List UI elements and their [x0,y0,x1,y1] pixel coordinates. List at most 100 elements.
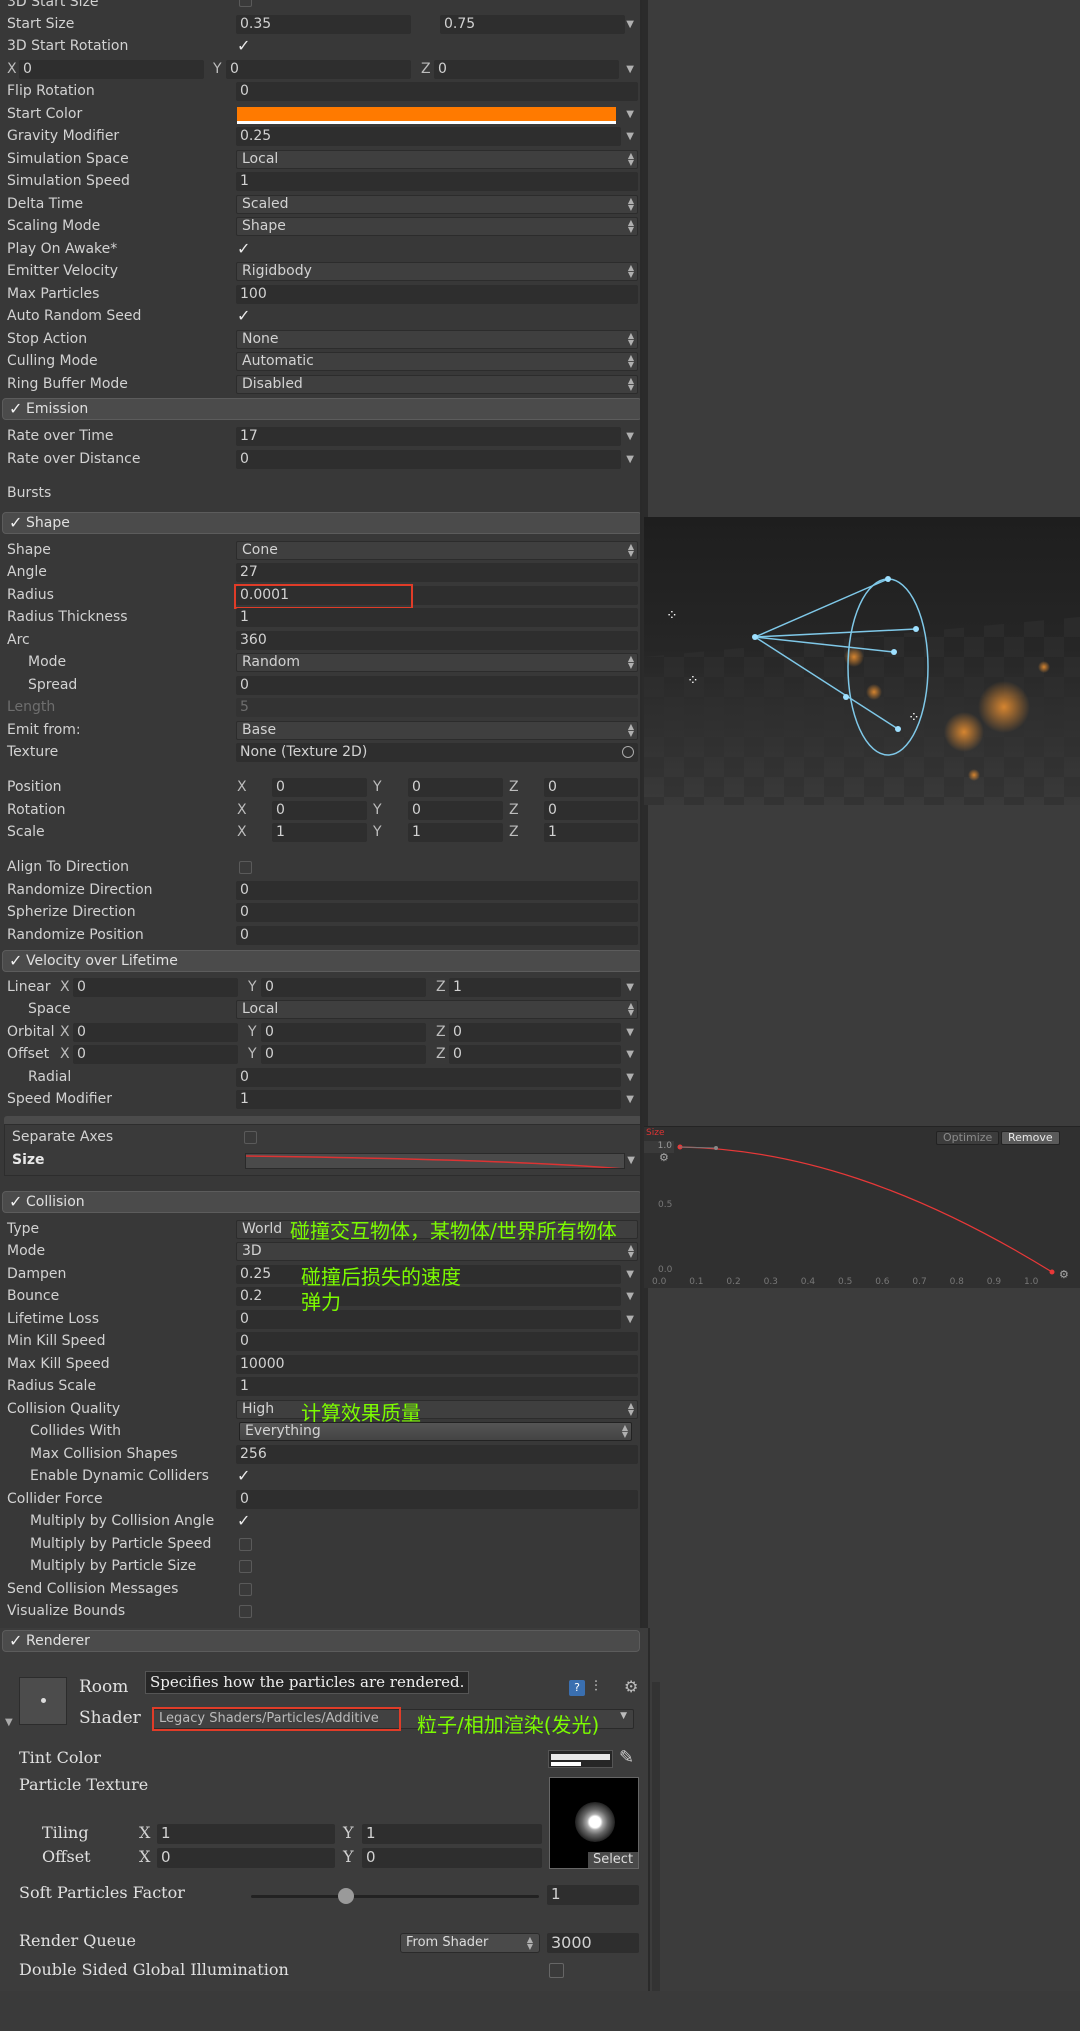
tiling-x-input[interactable]: 1 [157,1824,335,1844]
rate-over-distance-input[interactable]: 0 [236,450,621,469]
start-size-max-input[interactable]: 0.75 [440,15,625,34]
space-dropdown[interactable]: Local [236,1000,638,1019]
checkmark-icon[interactable]: ✓ [237,1466,250,1486]
curve-mode-arrow-icon[interactable]: ▼ [626,1309,634,1331]
tiling-y-input[interactable]: 1 [362,1824,542,1844]
curve-mode-arrow-icon[interactable]: ▼ [626,1022,634,1044]
arc-input[interactable]: 360 [236,631,638,650]
align-direction-checkbox[interactable] [239,861,252,874]
curve-mode-arrow-icon[interactable]: ▼ [626,1089,634,1111]
inspector-scrollbar[interactable] [642,0,648,1628]
radius-thickness-input[interactable]: 1 [236,608,638,627]
offset-z-input[interactable]: 0 [449,1045,621,1064]
scale-x-input[interactable]: 1 [272,823,367,842]
checkmark-icon[interactable]: ✓ [237,306,250,326]
spherize-direction-input[interactable]: 0 [236,903,638,922]
max-collision-shapes-input[interactable]: 256 [236,1445,638,1464]
spread-input[interactable]: 0 [236,676,638,695]
offset-y-input[interactable]: 0 [261,1045,426,1064]
rotation-x-input[interactable]: 0 [272,801,367,820]
linear-x-input[interactable]: 0 [73,978,238,997]
orbital-z-input[interactable]: 0 [449,1023,621,1042]
checkmark-icon[interactable]: ✓ [9,399,22,419]
max-particles-input[interactable]: 100 [236,285,638,304]
collision-mode-dropdown[interactable]: 3D [236,1242,638,1261]
position-x-input[interactable]: 0 [272,778,367,797]
scale-z-input[interactable]: 1 [544,823,638,842]
stop-action-dropdown[interactable]: None [236,330,638,349]
checkmark-icon[interactable]: ✓ [9,1192,22,1212]
curve-mode-arrow-icon[interactable]: ▼ [626,14,634,36]
collision-quality-dropdown[interactable]: High [236,1400,638,1419]
preset-icon[interactable]: ⫶ [594,1677,598,1695]
randomize-direction-input[interactable]: 0 [236,881,638,900]
speed-modifier-input[interactable]: 1 [236,1090,621,1109]
rotation-x-input[interactable]: 0 [19,60,204,79]
curve-mode-arrow-icon[interactable]: ▼ [627,1150,635,1172]
color-mode-arrow-icon[interactable]: ▼ [626,104,634,126]
simulation-speed-input[interactable]: 1 [236,172,638,191]
size-curve-field[interactable] [245,1153,625,1169]
rotation-y-input[interactable]: 0 [226,60,411,79]
render-queue-mode-dropdown[interactable]: From Shader ▲ ▼ [400,1933,540,1953]
separate-axes-checkbox[interactable] [244,1131,257,1144]
ring-buffer-dropdown[interactable]: Disabled [236,375,638,394]
soft-particles-slider-track[interactable] [251,1895,539,1898]
multiply-particle-speed-checkbox[interactable] [239,1538,252,1551]
renderer-module-header[interactable]: ✓ Renderer [2,1630,640,1652]
curve-mode-arrow-icon[interactable]: ▼ [626,1286,634,1308]
emit-from-dropdown[interactable]: Base [236,721,638,740]
linear-y-input[interactable]: 0 [261,978,426,997]
checkmark-icon[interactable]: ✓ [237,1511,250,1531]
foldout-arrow-icon[interactable]: ▼ [5,1717,13,1728]
min-kill-speed-input[interactable]: 0 [236,1332,638,1351]
max-kill-speed-input[interactable]: 10000 [236,1355,638,1374]
checkmark-icon[interactable]: ✓ [237,239,250,259]
rotation-y-input[interactable]: 0 [408,801,503,820]
send-collision-messages-checkbox[interactable] [239,1583,252,1596]
flip-rotation-input[interactable]: 0 [236,82,638,101]
shape-module-header[interactable]: ✓ Shape [2,512,640,534]
select-button[interactable]: Select [588,1852,638,1868]
material-scrollbar[interactable] [652,1682,660,1991]
shape-dropdown[interactable]: Cone [236,541,638,560]
orbital-y-input[interactable]: 0 [261,1023,426,1042]
collides-with-dropdown[interactable]: Everything [239,1422,632,1441]
render-queue-input[interactable]: 3000 [547,1933,639,1953]
arc-mode-dropdown[interactable]: Random [236,653,638,672]
checkmark-icon[interactable]: ✓ [9,951,22,971]
soft-particles-input[interactable]: 1 [547,1885,639,1905]
start-size-min-input[interactable]: 0.35 [236,15,411,34]
help-icon[interactable]: ? [569,1680,585,1696]
linear-z-input[interactable]: 1 [449,978,621,997]
checkmark-icon[interactable]: ✓ [9,513,22,533]
curve-mode-arrow-icon[interactable]: ▼ [626,977,634,999]
scale-y-input[interactable]: 1 [408,823,503,842]
gear-icon[interactable]: ⚙ [624,1677,638,1696]
collider-force-input[interactable]: 0 [236,1490,638,1509]
size-module-header[interactable] [4,1116,640,1124]
multiply-particle-size-checkbox[interactable] [239,1560,252,1573]
start-color-swatch[interactable] [237,107,616,124]
curve-mode-arrow-icon[interactable]: ▼ [626,426,634,448]
randomize-position-input[interactable]: 0 [236,926,638,945]
position-y-input[interactable]: 0 [408,778,503,797]
curve-mode-arrow-icon[interactable]: ▼ [626,449,634,471]
offset-y-input[interactable]: 0 [362,1848,542,1868]
scaling-mode-dropdown[interactable]: Shape [236,217,638,236]
delta-time-dropdown[interactable]: Scaled [236,195,638,214]
gravity-modifier-input[interactable]: 0.25 [236,127,621,146]
rotation-z-input[interactable]: 0 [434,60,619,79]
offset-x-input[interactable]: 0 [73,1045,238,1064]
tint-color-swatch[interactable] [548,1750,613,1768]
culling-mode-dropdown[interactable]: Automatic [236,352,638,371]
lifetime-loss-input[interactable]: 0 [236,1310,621,1329]
emitter-velocity-dropdown[interactable]: Rigidbody [236,262,638,281]
simulation-space-dropdown[interactable]: Local [236,150,638,169]
curve-mode-arrow-icon[interactable]: ▼ [626,1067,634,1089]
offset-x-input[interactable]: 0 [157,1848,335,1868]
visualize-bounds-checkbox[interactable] [239,1605,252,1618]
emission-module-header[interactable]: ✓ Emission [2,398,640,420]
rotation-z-input[interactable]: 0 [544,801,638,820]
velocity-module-header[interactable]: ✓ Velocity over Lifetime [2,950,640,972]
